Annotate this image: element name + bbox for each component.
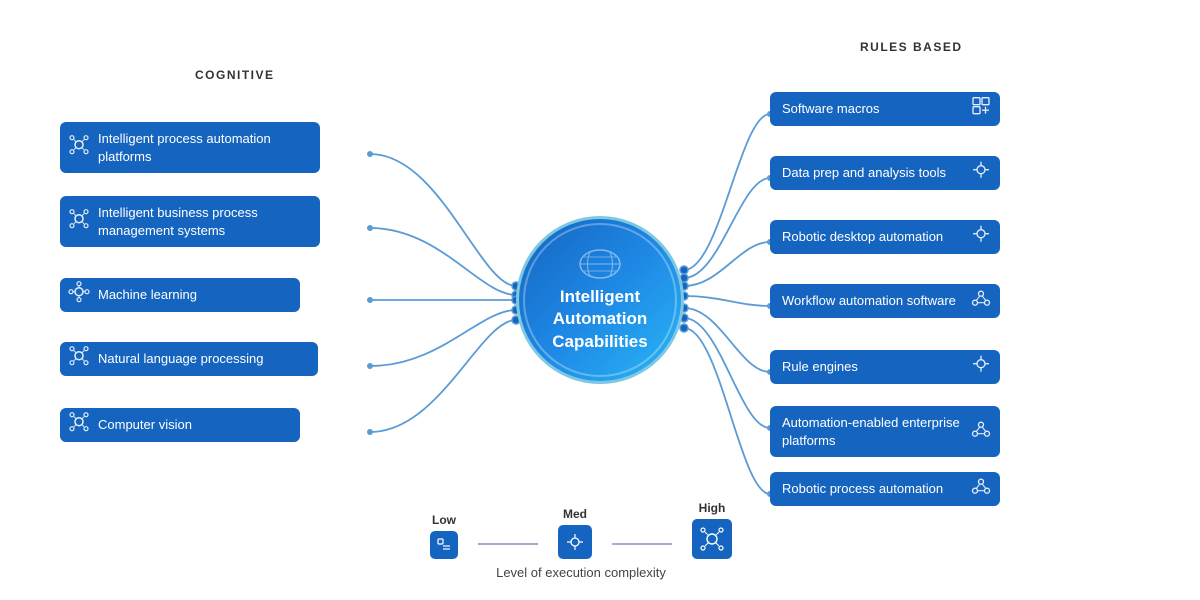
complexity-med-label: Med <box>563 507 587 521</box>
left-node-1-text: Intelligent process automation platforms <box>98 131 271 164</box>
right-node-2-text: Data prep and analysis tools <box>782 165 946 180</box>
main-canvas: COGNITIVE RULES BASED Intelligent Automa… <box>0 0 1200 600</box>
complexity-med: Med <box>558 507 592 559</box>
left-node-5: Computer vision <box>60 408 300 442</box>
complexity-low-box <box>430 531 458 559</box>
complexity-low-label: Low <box>432 513 456 527</box>
complexity-high-label: High <box>699 501 726 515</box>
right-node-3: Robotic desktop automation <box>770 220 1000 254</box>
left-node-4: Natural language processing <box>60 342 318 376</box>
cognitive-label: COGNITIVE <box>195 68 275 82</box>
right-node-3-text: Robotic desktop automation <box>782 229 943 244</box>
rules-based-label: RULES BASED <box>860 40 963 54</box>
left-node-5-text: Computer vision <box>98 417 192 432</box>
node-icon-5 <box>68 410 90 439</box>
center-node: Intelligent Automation Capabilities <box>516 216 684 384</box>
right-icon-2 <box>970 158 992 187</box>
node-icon-3 <box>68 280 90 309</box>
left-node-2: Intelligent business process management … <box>60 196 320 247</box>
right-icon-4 <box>970 286 992 315</box>
left-node-3: Machine learning <box>60 278 300 312</box>
complexity-low: Low <box>430 513 458 559</box>
right-icon-6 <box>970 417 992 446</box>
complexity-caption: Level of execution complexity <box>496 565 666 580</box>
right-node-7: Robotic process automation <box>770 472 1000 506</box>
right-node-5: Rule engines <box>770 350 1000 384</box>
complexity-med-box <box>558 525 592 559</box>
complexity-connector-1 <box>478 543 538 545</box>
complexity-high: High <box>692 501 732 559</box>
right-node-2: Data prep and analysis tools <box>770 156 1000 190</box>
right-icon-5 <box>970 352 992 381</box>
right-node-5-text: Rule engines <box>782 359 858 374</box>
left-node-1: Intelligent process automation platforms <box>60 122 320 173</box>
right-icon-3 <box>970 222 992 251</box>
node-icon-4 <box>68 344 90 373</box>
right-icon-7 <box>970 474 992 503</box>
left-node-4-text: Natural language processing <box>98 351 264 366</box>
right-icon-1 <box>970 94 992 123</box>
complexity-connector-2 <box>612 543 672 545</box>
right-node-7-text: Robotic process automation <box>782 481 943 496</box>
complexity-legend: Low Med <box>430 501 732 580</box>
right-node-6-text: Automation-enabled enterprise platforms <box>782 415 960 448</box>
left-node-2-text: Intelligent business process management … <box>98 205 258 238</box>
right-node-1: Software macros <box>770 92 1000 126</box>
node-icon-1 <box>68 133 90 162</box>
complexity-high-box <box>692 519 732 559</box>
right-node-4-text: Workflow automation software <box>782 293 956 308</box>
right-node-6: Automation-enabled enterprise platforms <box>770 406 1000 457</box>
right-node-1-text: Software macros <box>782 101 880 116</box>
left-node-3-text: Machine learning <box>98 287 197 302</box>
node-icon-2 <box>68 207 90 236</box>
right-node-4: Workflow automation software <box>770 284 1000 318</box>
